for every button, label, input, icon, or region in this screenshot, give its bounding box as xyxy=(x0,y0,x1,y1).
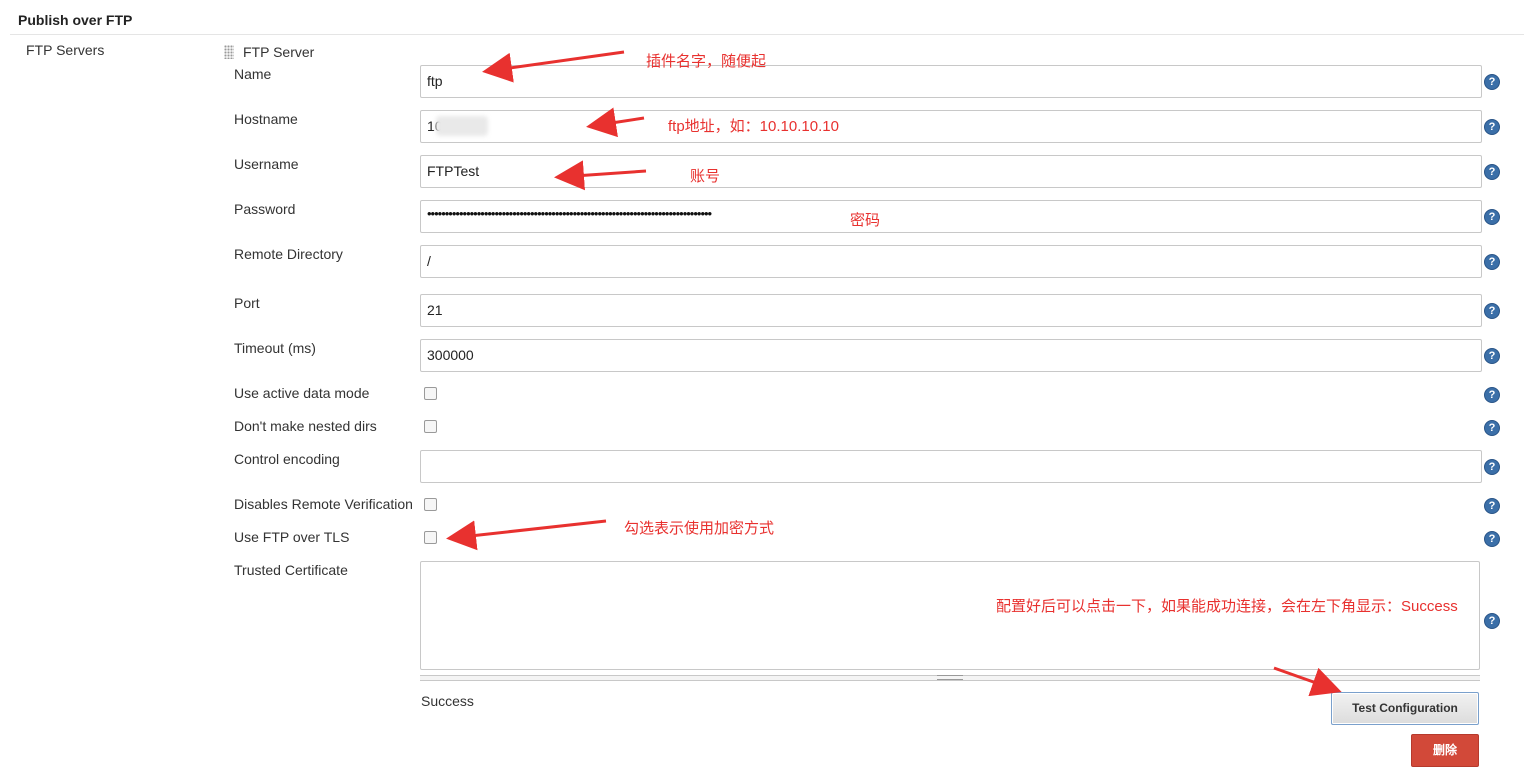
arrow-to-name-icon xyxy=(482,50,625,83)
annotation-arrows xyxy=(446,50,1342,697)
arrow-to-tls-icon xyxy=(446,519,607,551)
arrow-to-username-icon xyxy=(554,160,647,191)
arrow-to-test-button-icon xyxy=(1273,666,1342,697)
arrow-to-hostname-icon xyxy=(586,107,645,138)
